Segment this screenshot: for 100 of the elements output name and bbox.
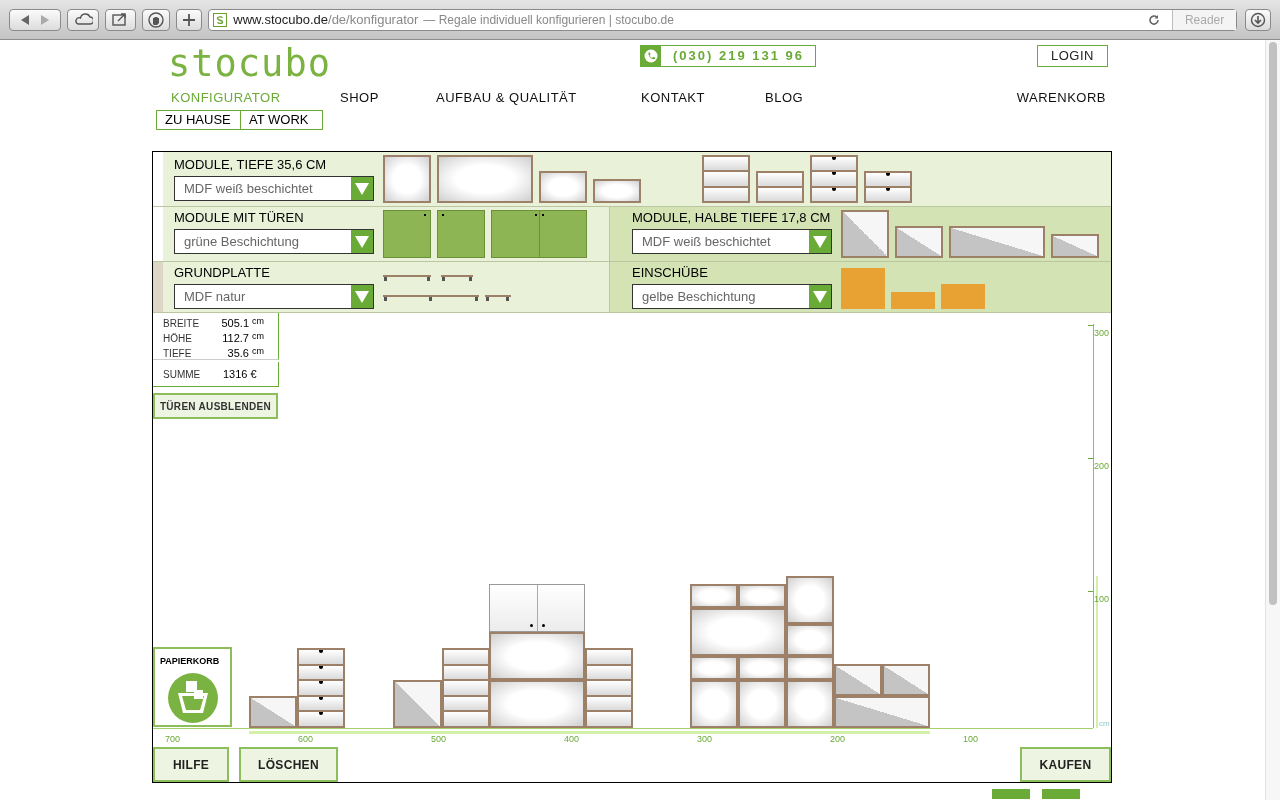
shelf-stack-module[interactable] [442,648,490,728]
material-select[interactable]: MDF weiß beschichtet [174,176,374,201]
shelf-stack-module[interactable] [585,648,633,728]
trash-bin-panel[interactable]: PAPIERKORB [153,647,232,727]
cloud-button[interactable] [66,8,99,31]
address-bar[interactable]: www.stocubo.de/de/konfigurator — Regale individuell konfigurieren | stocubo.de Reader [208,8,1238,31]
shelf-module[interactable] [786,656,834,680]
hide-doors-button[interactable]: TÜREN AUSBLENDEN [153,393,278,419]
page-title: — Regale individuell konfigurieren | stocubo.de [423,11,674,29]
shelf-module[interactable] [690,584,738,608]
nav-link[interactable]: SHOP [340,87,436,108]
scrollbar-thumb[interactable] [1269,42,1277,605]
x-axis-label: 300 [697,733,713,746]
section-title: MODULE, TIEFE 35,6 CM [174,157,328,173]
shelf-module[interactable] [489,680,585,728]
drawer-module-thumbnail[interactable] [810,155,858,203]
half-depth-module[interactable] [834,664,882,696]
shelf-module[interactable] [690,680,738,728]
x-axis-label: 100 [963,733,979,746]
dimension-value: 35.6 [226,346,249,361]
x-axis-label: 600 [298,733,314,746]
category-tab[interactable]: AT WORK [241,111,317,129]
y-axis-label: 300 [1094,327,1110,340]
door-module-thumbnail[interactable] [383,210,431,258]
shelf-module-thumbnail[interactable] [593,179,641,203]
insert-thumbnail[interactable] [941,284,985,309]
section-title: EINSCHÜBE [632,265,709,281]
section-title: MODULE, HALBE TIEFE 17,8 CM [632,210,832,226]
dimension-label: BREITE [163,317,201,331]
shelf-module[interactable] [738,656,786,680]
site-favicon-icon [213,12,228,27]
shelf-module[interactable] [786,576,834,624]
x-axis-label: 200 [830,733,846,746]
delete-button[interactable]: LÖSCHEN [239,747,338,782]
door-cabinet[interactable] [489,584,585,632]
door-module-thumbnail[interactable] [437,210,485,258]
insert-thumbnail[interactable] [841,268,885,309]
drawer-module-thumbnail[interactable] [864,171,912,203]
shelf-stack-thumbnail[interactable] [702,155,750,203]
shelf-module[interactable] [738,680,786,728]
login-button[interactable]: LOGIN [1037,45,1108,67]
help-button[interactable]: HILFE [153,747,229,782]
unit-label: cm [252,331,264,343]
unit-label: cm [252,346,264,358]
category-tab[interactable]: ZU HAUSE [157,111,241,129]
half-depth-module[interactable] [249,696,297,728]
shelf-module[interactable] [489,632,585,680]
hand-button[interactable] [141,8,171,31]
shelf-module[interactable] [786,624,834,656]
material-select[interactable]: MDF weiß beschichtet [632,229,832,254]
x-axis-label: 500 [431,733,447,746]
shelf-module-thumbnail[interactable] [539,171,587,203]
half-depth-module-thumbnail[interactable] [841,210,889,258]
nav-link[interactable]: BLOG [765,87,825,108]
material-select[interactable]: gelbe Beschichtung [632,284,832,309]
half-depth-module-thumbnail[interactable] [949,226,1045,258]
drawer-module[interactable] [297,648,345,728]
dimension-value: 505.1 [220,316,249,331]
insert-thumbnail[interactable] [891,292,935,309]
material-select[interactable]: MDF natur [174,284,374,309]
shelf-module[interactable] [690,656,738,680]
url-text: www.stocubo.de/de/konfigurator [233,10,419,29]
trash-label: PAPIERKORB [160,655,220,668]
downloads-button[interactable] [1245,8,1271,31]
shelf-module[interactable] [786,680,834,728]
x-axis-label: 700 [165,733,181,746]
reload-icon[interactable] [1148,13,1161,26]
y-axis-label: 200 [1094,460,1110,473]
buy-button[interactable]: KAUFEN [1020,747,1111,782]
shelf-module[interactable] [690,608,786,656]
nav-link[interactable]: AUFBAU & QUALITÄT [436,87,641,108]
nav-link[interactable]: KONTAKT [641,87,765,108]
trash-icon [167,672,218,723]
half-depth-module[interactable] [393,680,442,728]
shelf-stack-thumbnail[interactable] [756,171,804,203]
phone-icon [641,46,661,66]
half-depth-module-thumbnail[interactable] [1051,234,1099,258]
half-depth-module[interactable] [834,696,930,728]
dimension-label: TIEFE [163,347,193,361]
unit-label: cm [1099,718,1110,730]
total-price: 1316 € [223,366,257,382]
hand-icon [146,10,166,29]
total-label: SUMME [163,367,202,382]
half-depth-module[interactable] [882,664,930,696]
half-depth-module-thumbnail[interactable] [895,226,943,258]
x-axis-label: 400 [564,733,580,746]
shelf-module-thumbnail[interactable] [383,155,431,203]
row-side-strip [153,262,163,312]
unit-label: cm [252,316,264,328]
shelf-module[interactable] [738,584,786,608]
dimension-label: HÖHE [163,332,193,346]
section-title: GRUNDPLATTE [174,265,271,281]
section-title: MODULE MIT TÜREN [174,210,305,226]
plus-button[interactable] [176,8,203,31]
cart-link[interactable]: WARENKORB [1016,87,1106,108]
share-button[interactable] [104,8,136,31]
back-forward-buttons[interactable] [9,8,61,31]
double-door-module-thumbnail[interactable] [491,210,587,258]
shelf-module-thumbnail[interactable] [437,155,533,203]
material-select[interactable]: grüne Beschichtung [174,229,374,254]
